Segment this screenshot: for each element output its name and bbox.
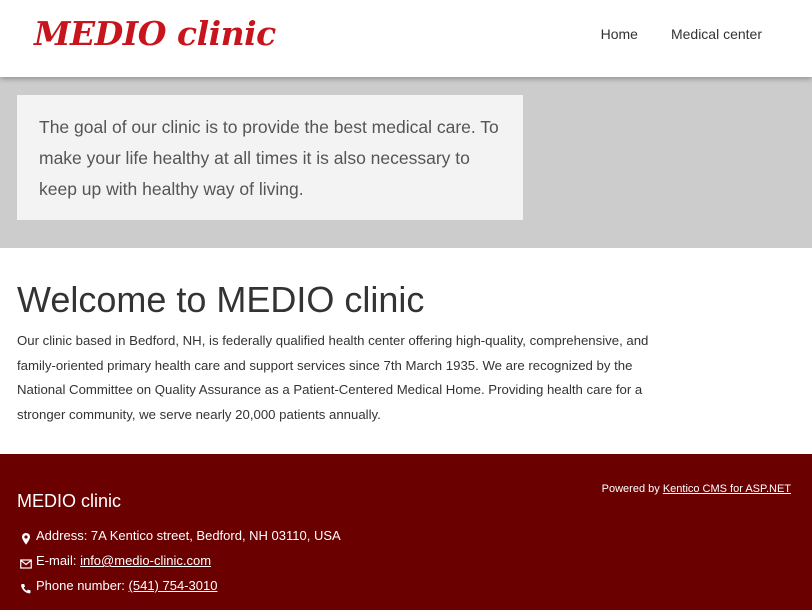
address-text: Address: 7A Kentico street, Bedford, NH … xyxy=(36,528,341,543)
contact-list: Address: 7A Kentico street, Bedford, NH … xyxy=(20,523,341,598)
contact-email: E-mail: info@medio-clinic.com xyxy=(20,548,341,573)
page-title: Welcome to MEDIO clinic xyxy=(17,279,425,320)
kentico-link[interactable]: Kentico CMS for ASP.NET xyxy=(663,483,791,495)
map-marker-icon xyxy=(20,529,32,545)
contact-phone: Phone number: (541) 754-3010 xyxy=(20,573,341,598)
phone-link[interactable]: (541) 754-3010 xyxy=(129,573,218,598)
hero-text: The goal of our clinic is to provide the… xyxy=(39,117,499,199)
hero-box: The goal of our clinic is to provide the… xyxy=(17,95,523,220)
main-content: Welcome to MEDIO clinic Our clinic based… xyxy=(0,248,812,454)
email-link[interactable]: info@medio-clinic.com xyxy=(80,548,211,573)
nav-home-link[interactable]: Home xyxy=(601,26,638,42)
nav-medical-center-link[interactable]: Medical center xyxy=(671,26,762,42)
site-logo[interactable]: MEDIO clinic xyxy=(34,14,276,53)
footer-title: MEDIO clinic xyxy=(17,491,122,511)
site-footer: Powered by Kentico CMS for ASP.NET MEDIO… xyxy=(0,454,812,610)
envelope-icon xyxy=(20,554,32,569)
contact-address: Address: 7A Kentico street, Bedford, NH … xyxy=(20,523,341,548)
powered-by-label: Powered by xyxy=(601,483,660,495)
hero-band: The goal of our clinic is to provide the… xyxy=(0,77,812,248)
powered-by: Powered by Kentico CMS for ASP.NET xyxy=(602,483,791,495)
main-nav: Home Medical center xyxy=(601,26,762,42)
site-header: MEDIO clinic Home Medical center xyxy=(0,0,812,77)
email-label: E-mail: xyxy=(36,553,77,568)
intro-paragraph: Our clinic based in Bedford, NH, is fede… xyxy=(17,333,649,422)
phone-icon xyxy=(20,579,32,593)
phone-label: Phone number: xyxy=(36,578,125,593)
